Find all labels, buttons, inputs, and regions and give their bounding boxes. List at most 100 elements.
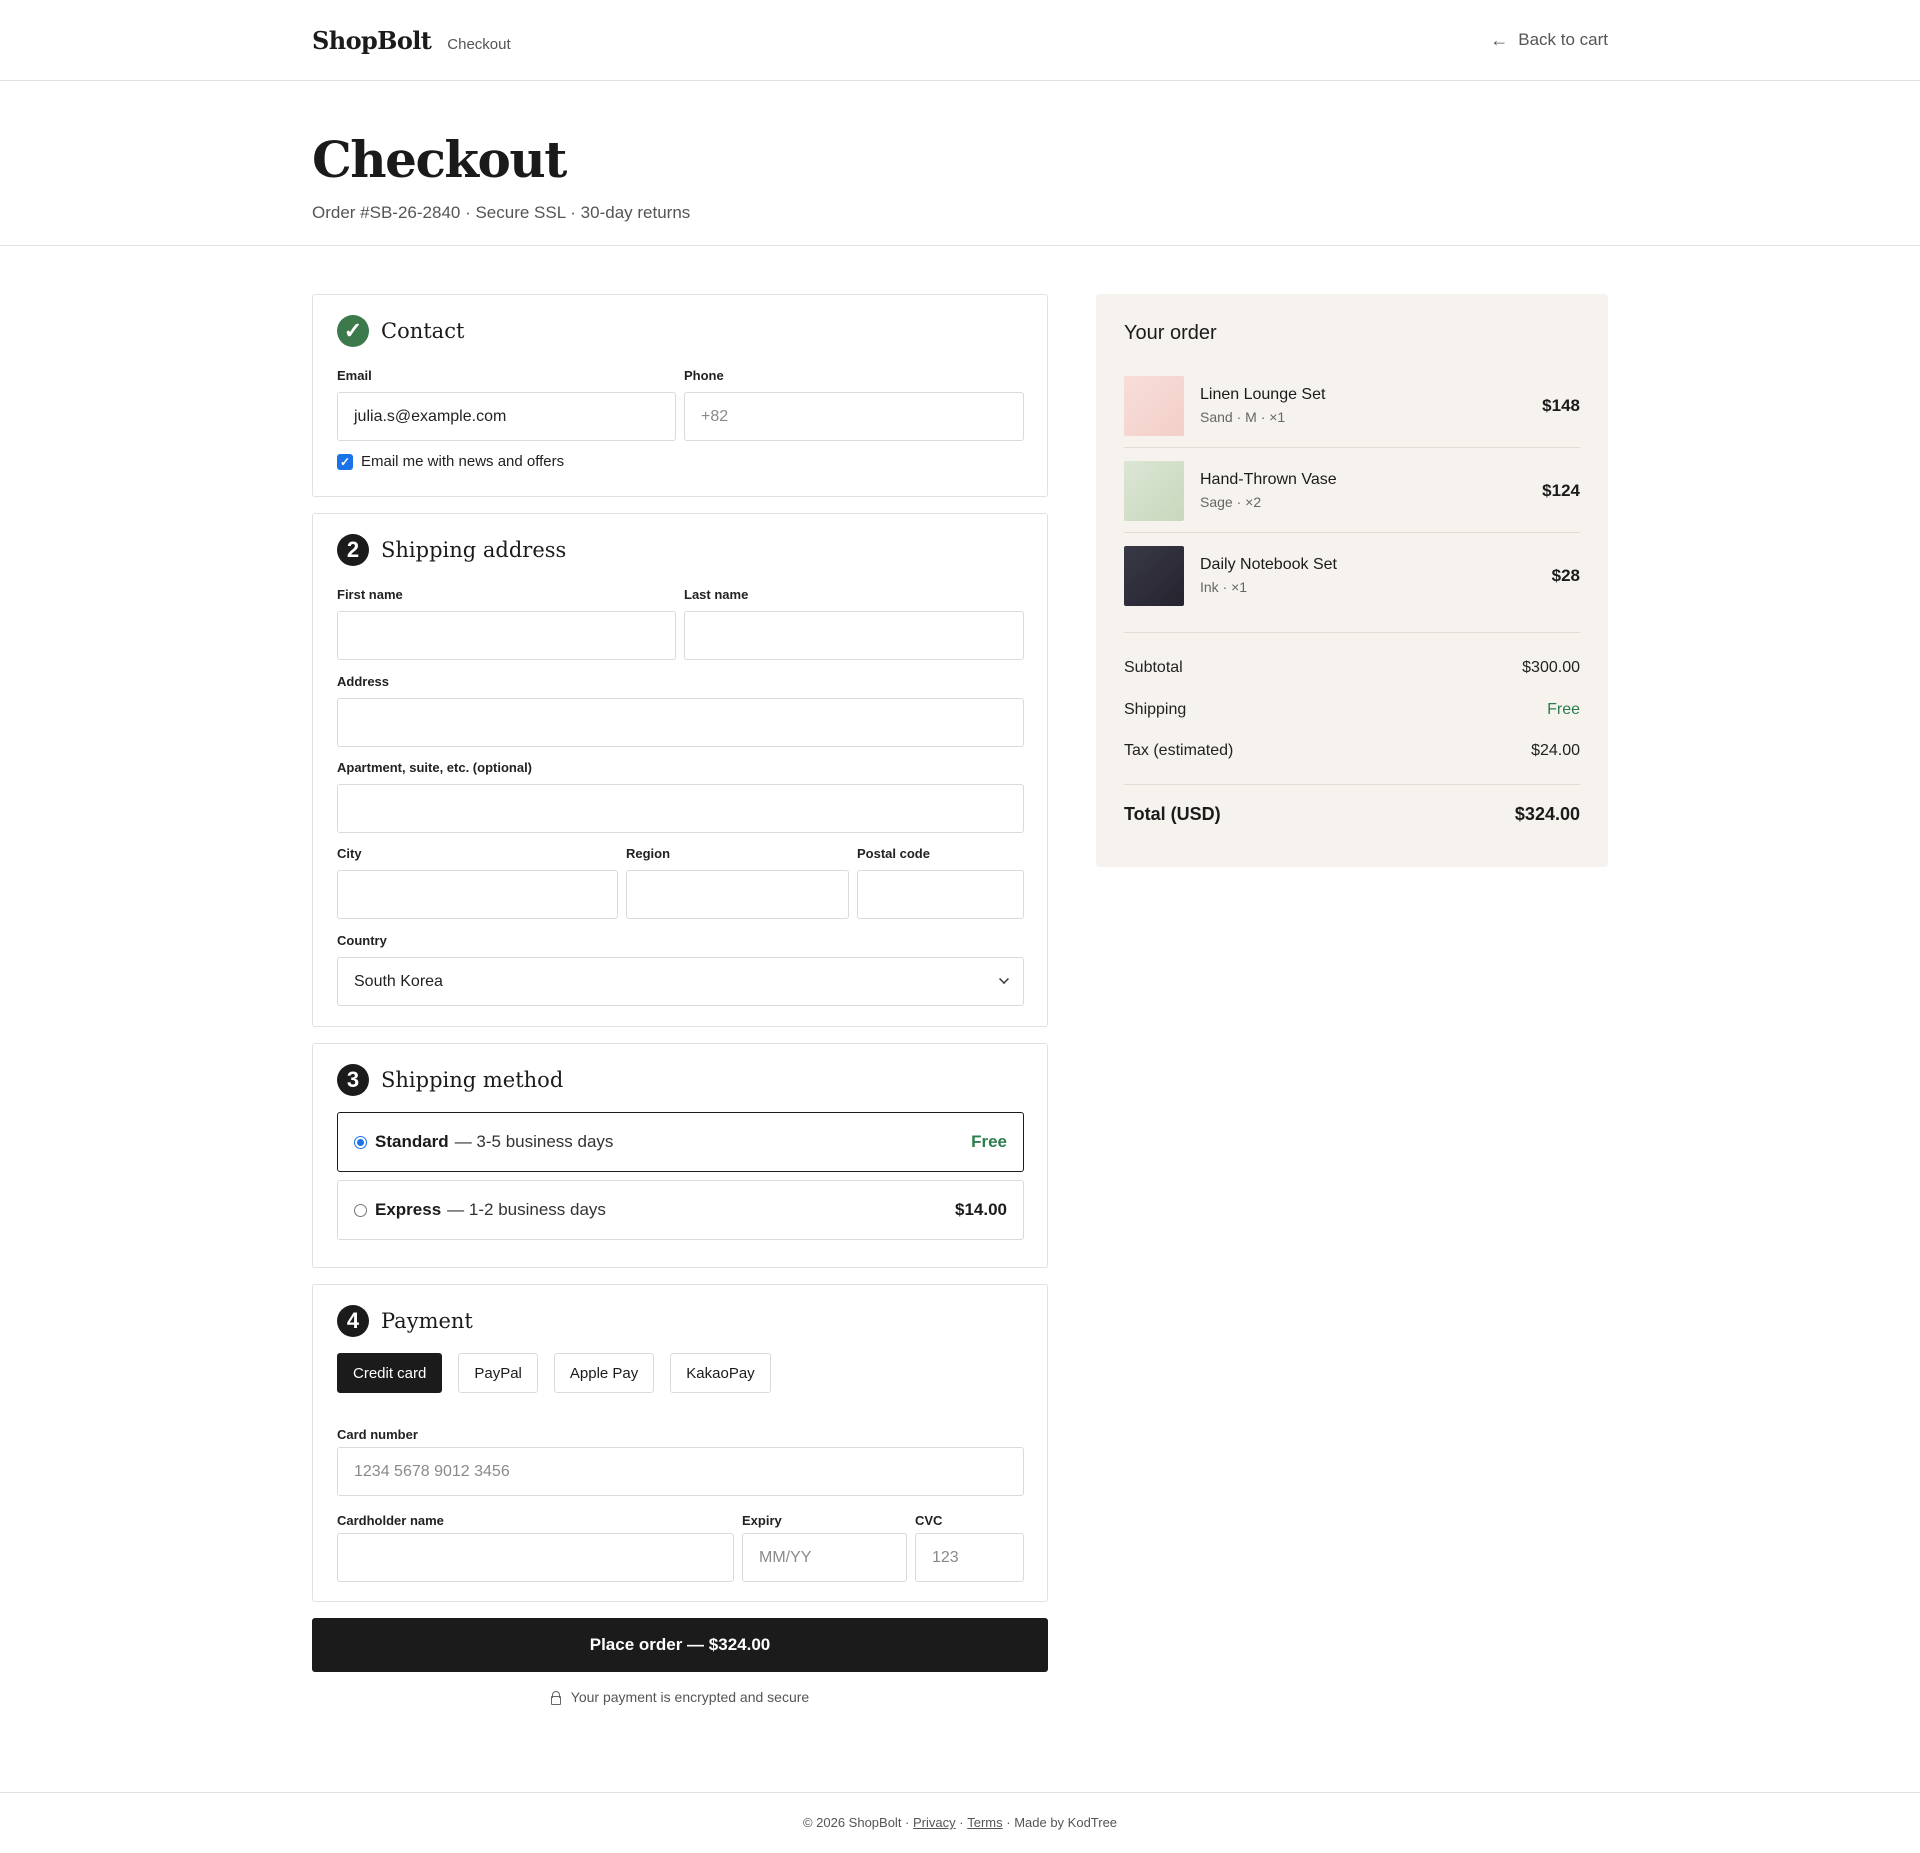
card-number-field[interactable]: 1234 5678 9012 3456: [337, 1447, 1024, 1496]
postal-code-field[interactable]: [857, 870, 1024, 919]
apartment-field[interactable]: [337, 784, 1024, 833]
logo[interactable]: ShopBolt: [312, 26, 432, 55]
newsletter-checkbox[interactable]: ✓: [337, 453, 353, 470]
city-label: City: [337, 846, 362, 861]
shipping-method-card: 3 Shipping method Standard — 3-5 busines…: [312, 1043, 1048, 1268]
phone-label: Phone: [684, 368, 724, 383]
item-name: Linen Lounge Set: [1200, 386, 1326, 403]
subtotal-label: Subtotal: [1124, 659, 1183, 676]
shipping-option-detail: — 1-2 business days: [447, 1200, 606, 1219]
order-item: Hand-Thrown Vase Sage · ×2 $124: [1124, 448, 1580, 533]
step-number-2: 2: [337, 534, 369, 566]
cvc-field[interactable]: 123: [915, 1533, 1024, 1582]
item-name: Hand-Thrown Vase: [1200, 471, 1337, 488]
page-title: Checkout: [312, 130, 567, 189]
shipping-address-card: 2 Shipping address First name Last name …: [312, 513, 1048, 1027]
shipping-option-name: Standard: [375, 1132, 449, 1151]
first-name-field[interactable]: [337, 611, 676, 660]
cardholder-field[interactable]: [337, 1533, 734, 1582]
back-to-cart-link[interactable]: ← Back to cart: [1490, 30, 1608, 51]
country-select[interactable]: South Korea: [337, 957, 1024, 1006]
item-price: $124: [1542, 480, 1580, 500]
expiry-label: Expiry: [742, 1513, 782, 1528]
contact-header: ✓ Contact: [337, 315, 464, 347]
order-summary-title: Your order: [1124, 322, 1217, 344]
shipping-option-price: $14.00: [955, 1200, 1007, 1219]
payment-tabs: Credit card PayPal Apple Pay KakaoPay: [337, 1353, 771, 1393]
region-label: Region: [626, 846, 671, 861]
shipping-option-standard[interactable]: Standard — 3-5 business days Free: [337, 1112, 1024, 1172]
hero: Checkout Order #SB-26-2840 · Secure SSL …: [0, 81, 1920, 246]
terms-link[interactable]: Terms: [967, 1815, 1002, 1853]
order-summary: Your order Linen Lounge Set Sand · M · ×…: [1096, 294, 1608, 867]
arrow-left-icon: ←: [1490, 29, 1509, 50]
divider: [1124, 784, 1580, 785]
shipping-row: Shipping Free: [1124, 701, 1580, 719]
radio-selected[interactable]: [354, 1135, 367, 1149]
shipping-method-header: 3 Shipping method: [337, 1064, 563, 1096]
phone-field[interactable]: +82: [684, 392, 1024, 441]
top-bar: ShopBolt Checkout ← Back to cart: [0, 0, 1920, 81]
address-field[interactable]: [337, 698, 1024, 747]
lock-icon: [550, 1691, 561, 1705]
order-meta: Order #SB-26-2840 · Secure SSL · 30-day …: [312, 203, 691, 222]
divider: [1124, 632, 1580, 633]
payment-header: 4 Payment: [337, 1305, 473, 1337]
tab-paypal[interactable]: PayPal: [458, 1353, 538, 1393]
tab-apple-pay[interactable]: Apple Pay: [553, 1353, 655, 1393]
payment-card: 4 Payment Credit card PayPal Apple Pay K…: [312, 1284, 1048, 1602]
shipping-value: Free: [1547, 701, 1580, 718]
city-field[interactable]: [337, 870, 618, 919]
total-value: $324.00: [1514, 804, 1580, 824]
postal-code-label: Postal code: [857, 846, 930, 861]
subtotal-value: $300.00: [1522, 659, 1580, 676]
shipping-label: Shipping: [1124, 701, 1187, 718]
email-label: Email: [337, 368, 372, 383]
item-variant: Sand · M · ×1: [1200, 409, 1286, 425]
main: ✓ Contact Email julia.s@example.com Phon…: [0, 246, 1920, 1806]
tax-value: $24.00: [1531, 742, 1580, 759]
item-price: $148: [1542, 395, 1580, 415]
newsletter-label: Email me with news and offers: [361, 453, 565, 470]
email-field[interactable]: julia.s@example.com: [337, 392, 676, 441]
secure-note: Your payment is encrypted and secure: [312, 1689, 1048, 1705]
tax-row: Tax (estimated) $24.00: [1124, 742, 1580, 760]
card-number-label: Card number: [337, 1427, 418, 1442]
tab-credit-card[interactable]: Credit card: [337, 1353, 443, 1393]
total-row: Total (USD) $324.00: [1124, 804, 1580, 825]
region-field[interactable]: [626, 870, 849, 919]
tax-label: Tax (estimated): [1124, 742, 1234, 759]
cvc-label: CVC: [915, 1513, 943, 1528]
payment-title: Payment: [381, 1309, 473, 1333]
country-value: South Korea: [354, 972, 443, 990]
order-item: Linen Lounge Set Sand · M · ×1 $148: [1124, 363, 1580, 448]
item-thumbnail: [1124, 375, 1184, 436]
last-name-field[interactable]: [684, 611, 1024, 660]
first-name-label: First name: [337, 587, 403, 602]
brand-subtitle: Checkout: [447, 35, 511, 53]
address-label: Address: [337, 674, 390, 689]
total-label: Total (USD): [1124, 804, 1221, 824]
item-variant: Sage · ×2: [1200, 494, 1262, 510]
radio-unselected[interactable]: [354, 1203, 367, 1217]
privacy-link[interactable]: Privacy: [913, 1815, 956, 1853]
shipping-method-title: Shipping method: [381, 1068, 564, 1092]
item-thumbnail: [1124, 545, 1184, 606]
subtotal-row: Subtotal $300.00: [1124, 659, 1580, 677]
shipping-address-title: Shipping address: [381, 538, 567, 562]
apartment-label: Apartment, suite, etc. (optional): [337, 760, 533, 775]
brand: ShopBolt Checkout: [312, 26, 511, 55]
order-item: Daily Notebook Set Ink · ×1 $28: [1124, 533, 1580, 618]
country-label: Country: [337, 933, 387, 948]
expiry-field[interactable]: MM/YY: [742, 1533, 907, 1582]
item-price: $28: [1551, 565, 1580, 585]
back-to-cart-label: Back to cart: [1518, 30, 1608, 49]
newsletter-option[interactable]: ✓ Email me with news and offers: [337, 453, 564, 470]
footer-separator: ·: [959, 1815, 964, 1830]
place-order-button[interactable]: Place order — $324.00: [312, 1618, 1048, 1672]
shipping-option-express[interactable]: Express — 1-2 business days $14.00: [337, 1180, 1024, 1240]
check-icon: ✓: [337, 315, 369, 347]
tab-kakaopay[interactable]: KakaoPay: [670, 1353, 771, 1393]
item-name: Daily Notebook Set: [1200, 556, 1337, 573]
shipping-option-name: Express: [375, 1200, 442, 1219]
